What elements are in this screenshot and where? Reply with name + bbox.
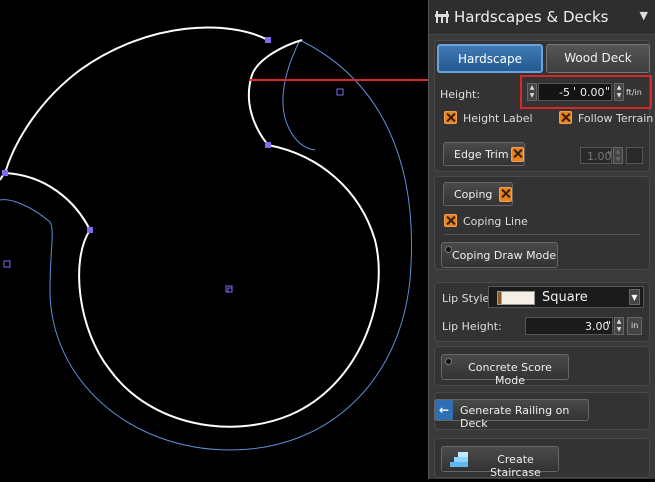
follow-terrain-text: Follow Terrain bbox=[578, 112, 654, 125]
follow-terrain-checkbox[interactable] bbox=[559, 111, 572, 124]
generate-railing-button[interactable]: ← Generate Railing on Deck bbox=[434, 399, 589, 430]
tab-wood-deck[interactable]: Wood Deck bbox=[546, 44, 650, 73]
coping-outline bbox=[0, 39, 412, 451]
lip-height-unit-box: in bbox=[627, 317, 642, 335]
edge-trim-checkbox[interactable] bbox=[511, 147, 524, 162]
coping-draw-mode-label: Coping Draw Mode bbox=[452, 249, 557, 262]
edge-trim-label: Edge Trim bbox=[454, 148, 509, 161]
coping-button[interactable]: Coping bbox=[443, 182, 513, 206]
coping-draw-mode-button[interactable]: Coping Draw Mode bbox=[441, 242, 558, 268]
deck-icon bbox=[435, 11, 449, 23]
lip-height-label: Lip Height: bbox=[442, 320, 502, 333]
center-point[interactable] bbox=[225, 285, 233, 293]
lip-height-unit: in bbox=[631, 321, 639, 330]
edge-trim-input[interactable]: 1.00 " bbox=[580, 147, 612, 164]
height-label-checkbox[interactable] bbox=[444, 111, 457, 124]
inches-spinner[interactable]: ▲ ▼ bbox=[614, 83, 624, 101]
feet-mark: ' bbox=[573, 85, 577, 98]
center-point-inner bbox=[227, 287, 233, 293]
lip-style-label: Lip Style bbox=[442, 292, 490, 305]
coping-label: Coping bbox=[454, 188, 493, 201]
edge-trim-spinner[interactable]: ▲ ▼ bbox=[613, 147, 623, 164]
mode-indicator-icon bbox=[445, 246, 452, 253]
inch-mark: " bbox=[605, 85, 611, 98]
coping-line-text: Coping Line bbox=[463, 215, 528, 228]
square-lip-icon bbox=[497, 291, 535, 305]
lip-height-spinner[interactable]: ▲ ▼ bbox=[614, 317, 624, 335]
edge-trim-extra-box bbox=[626, 147, 643, 164]
create-staircase-label: Create Staircase bbox=[490, 453, 541, 479]
pool-shape-drawing[interactable] bbox=[0, 0, 428, 479]
height-label: Height: bbox=[440, 88, 481, 101]
vertex-handle[interactable] bbox=[2, 170, 8, 176]
height-feet-value: -5 bbox=[559, 86, 570, 99]
concrete-score-mode-label: Concrete Score Mode bbox=[468, 361, 552, 387]
staircase-icon bbox=[450, 452, 468, 467]
edge-trim-button[interactable]: Edge Trim bbox=[443, 142, 525, 166]
generate-railing-label: Generate Railing on Deck bbox=[460, 404, 570, 430]
concrete-score-mode-button[interactable]: Concrete Score Mode bbox=[441, 354, 569, 387]
vertex-handle[interactable] bbox=[87, 227, 93, 233]
height-label-text: Height Label bbox=[463, 112, 533, 125]
vertex-handle[interactable] bbox=[265, 142, 271, 148]
height-unit: ft/in bbox=[626, 88, 642, 97]
height-input[interactable]: -5 ' 0.00 " bbox=[538, 83, 612, 101]
coping-line-checkbox[interactable] bbox=[444, 214, 457, 227]
coping-outline-inner-hook bbox=[282, 39, 316, 151]
panel-header[interactable]: Hardscapes & Decks ▼ bbox=[429, 0, 655, 35]
control-point[interactable] bbox=[3, 260, 11, 268]
lip-style-value: Square bbox=[542, 290, 588, 305]
feet-spinner[interactable]: ▲ ▼ bbox=[527, 83, 537, 101]
coping-divider bbox=[444, 234, 640, 235]
coping-checkbox[interactable] bbox=[499, 187, 512, 202]
tab-hardscape[interactable]: Hardscape bbox=[437, 44, 543, 73]
arrow-left-icon: ← bbox=[435, 400, 453, 420]
lip-style-dropdown[interactable]: Square ▼ bbox=[488, 286, 644, 308]
vertex-handle[interactable] bbox=[265, 37, 271, 43]
control-point[interactable] bbox=[336, 88, 344, 96]
lip-height-inch-mark: " bbox=[606, 319, 612, 332]
pool-edge bbox=[3, 26, 380, 428]
height-inches-value: 0.00 bbox=[580, 86, 605, 99]
panel-title: Hardscapes & Decks bbox=[454, 8, 609, 26]
lip-height-input[interactable]: 3.00 " bbox=[525, 317, 613, 335]
create-staircase-button[interactable]: Create Staircase bbox=[441, 446, 559, 479]
drawing-canvas[interactable] bbox=[0, 0, 428, 479]
chevron-down-icon[interactable]: ▼ bbox=[629, 289, 640, 305]
chevron-down-icon[interactable]: ▼ bbox=[640, 9, 648, 22]
edge-trim-unit: " bbox=[607, 149, 613, 162]
mode-indicator-icon bbox=[445, 358, 452, 365]
